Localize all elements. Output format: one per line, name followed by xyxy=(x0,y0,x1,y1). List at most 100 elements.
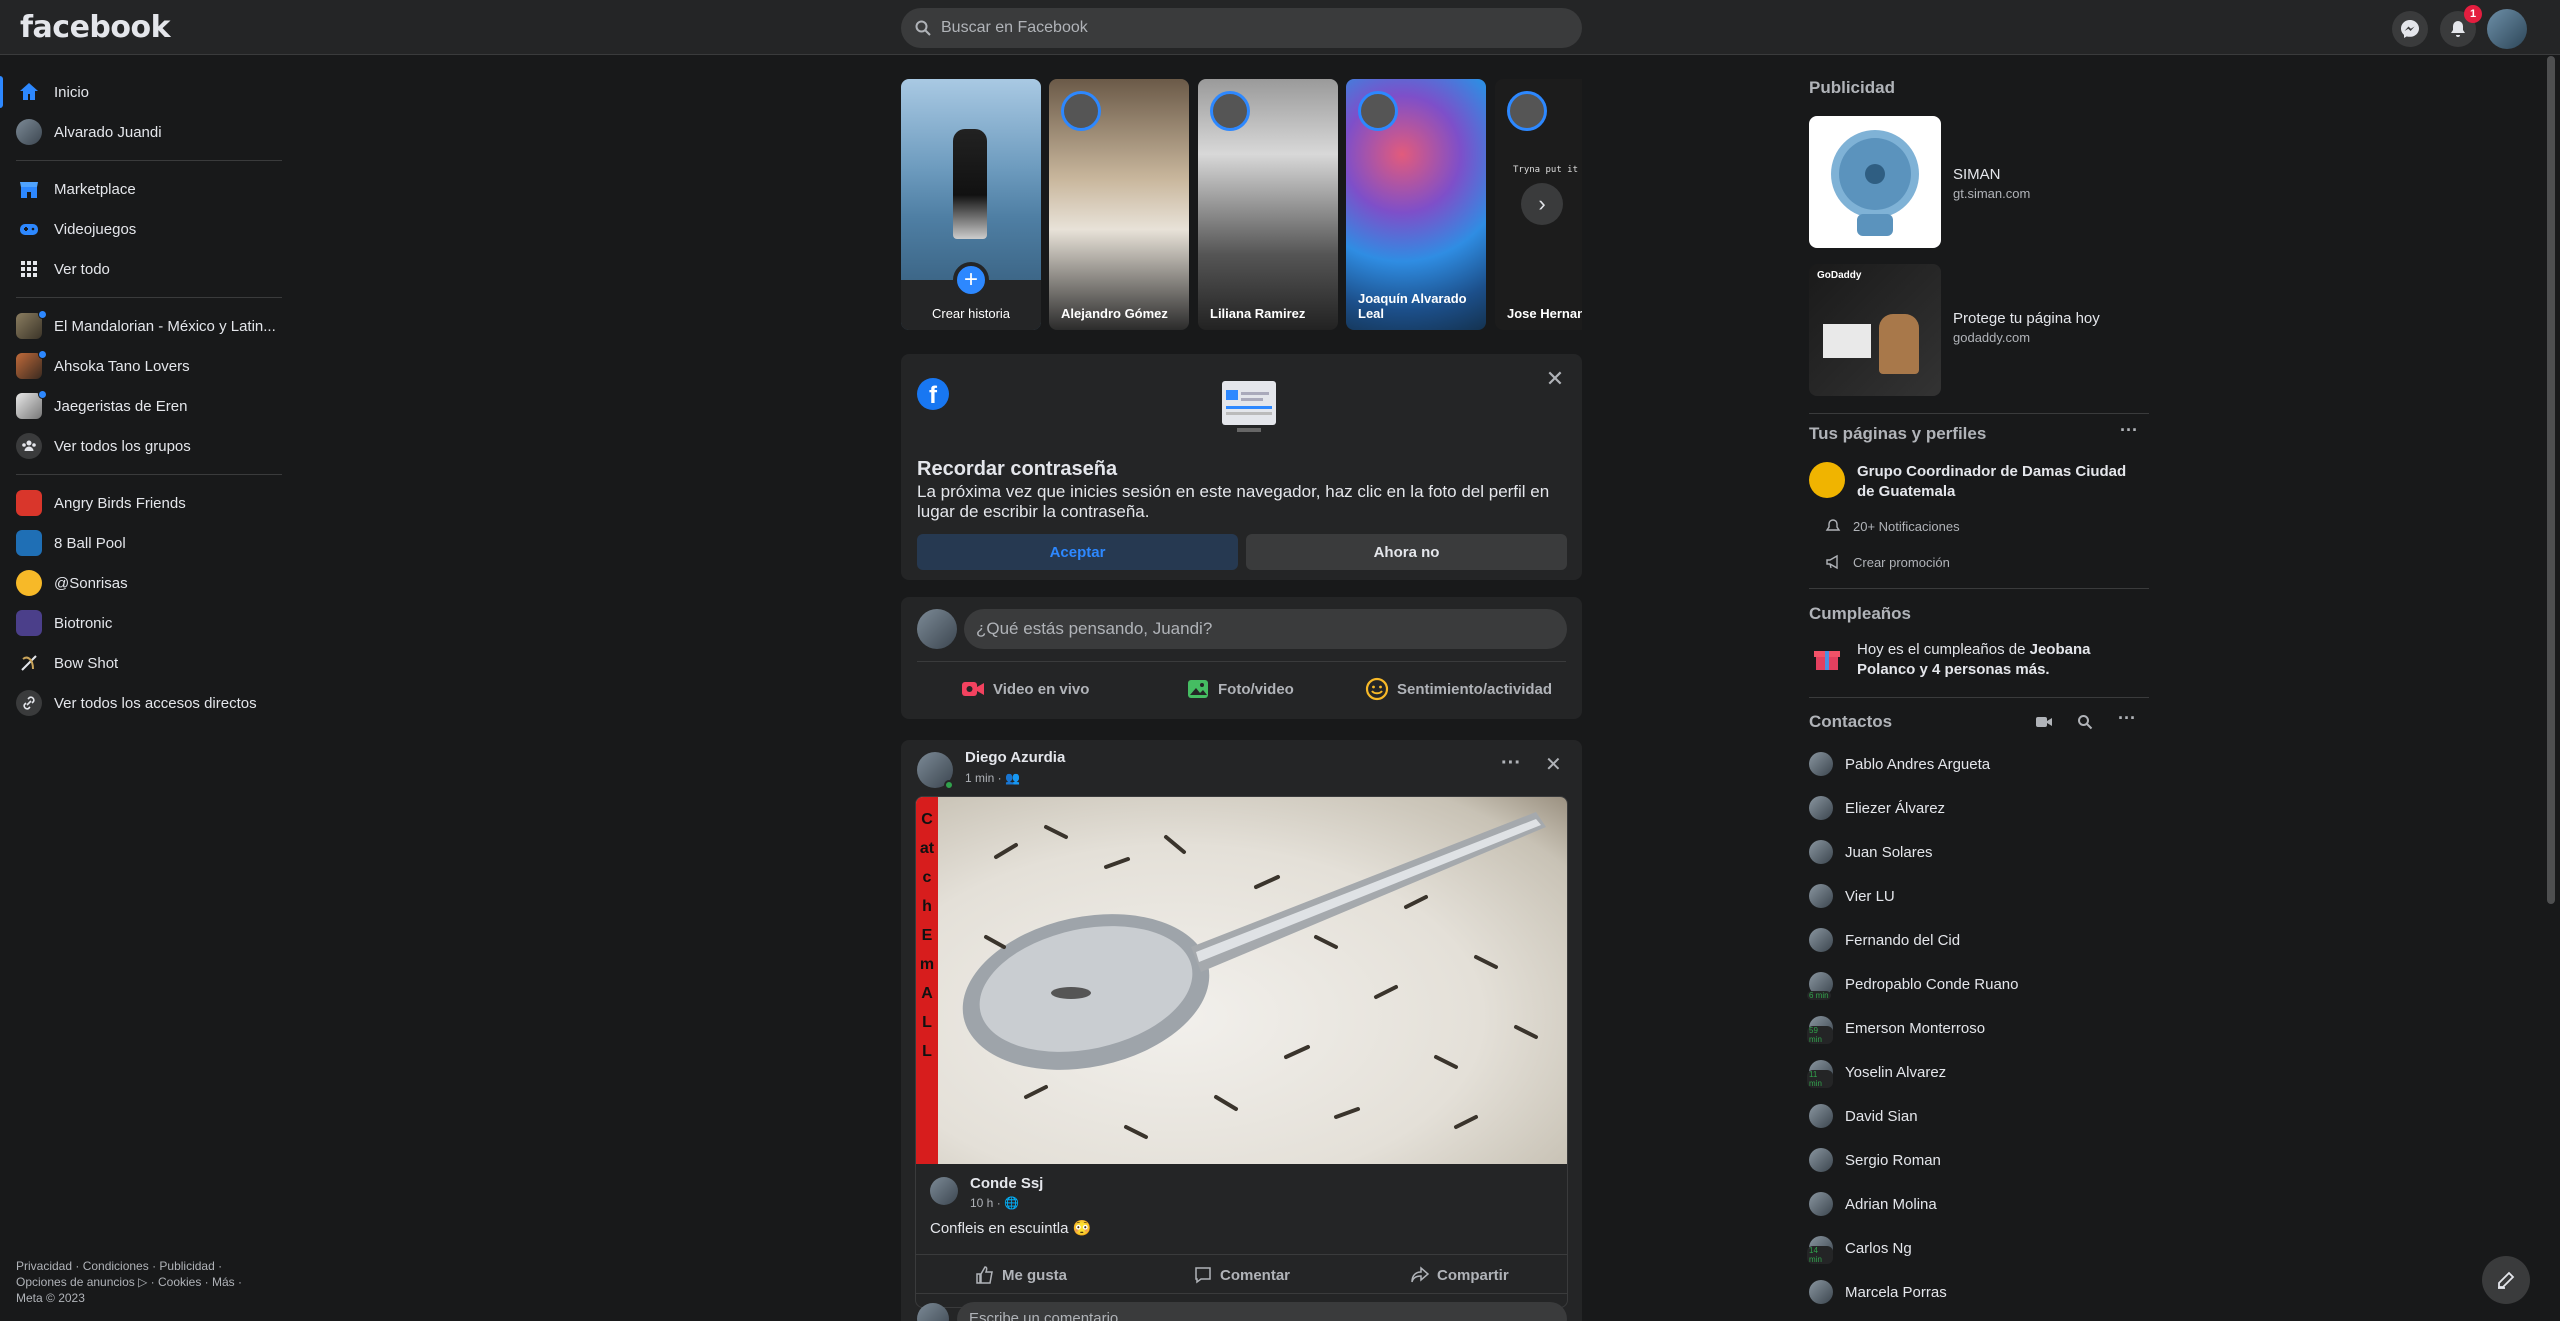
divider xyxy=(1809,588,2149,589)
sidebar-item-videojuegos[interactable]: Videojuegos xyxy=(0,209,290,249)
ad-siman[interactable]: SIMAN gt.siman.com xyxy=(1809,116,2149,248)
more-options-icon[interactable]: ··· xyxy=(2120,420,2138,441)
avatar xyxy=(1809,884,1833,908)
ad-godaddy[interactable]: GoDaddy Protege tu página hoy godaddy.co… xyxy=(1809,264,2149,396)
sidebar-shortcut-angry-birds[interactable]: Angry Birds Friends xyxy=(0,483,290,523)
contact-item[interactable]: 14 min Carlos Ng xyxy=(1807,1230,1912,1266)
contact-item[interactable]: Adrian Molina xyxy=(1809,1186,1937,1222)
contact-item[interactable]: 59 min Emerson Monterroso xyxy=(1807,1010,1985,1046)
avatar xyxy=(1809,1192,1833,1216)
sidebar-shortcut-sonrisas[interactable]: @Sonrisas xyxy=(0,563,290,603)
sidebar-item-ver-accesos[interactable]: Ver todos los accesos directos xyxy=(0,683,290,723)
accept-button[interactable]: Aceptar xyxy=(917,534,1238,570)
sidebar-group-jaegeristas[interactable]: Jaegeristas de Eren xyxy=(0,386,290,426)
spoon-illustration xyxy=(962,812,1546,1139)
shared-author[interactable]: Conde Ssj xyxy=(970,1175,1043,1192)
post-timestamp[interactable]: 1 min · 👥 xyxy=(965,771,1020,785)
like-button[interactable]: Me gusta xyxy=(976,1257,1067,1293)
avatar[interactable] xyxy=(917,609,957,649)
search-icon[interactable] xyxy=(2077,714,2093,734)
sidebar-shortcut-bow-shot[interactable]: Bow Shot xyxy=(0,643,290,683)
post-author[interactable]: Diego Azurdia xyxy=(965,749,1065,766)
page-avatar[interactable] xyxy=(1809,462,1845,498)
sidebar-shortcut-biotronic[interactable]: Biotronic xyxy=(0,603,290,643)
birthdays-heading: Cumpleaños xyxy=(1809,604,1912,623)
account-avatar[interactable] xyxy=(2487,9,2527,49)
contact-item[interactable]: Marcela Porras xyxy=(1809,1274,1947,1310)
contact-item[interactable]: 11 min Yoselin Alvarez xyxy=(1807,1054,1946,1090)
shared-timestamp[interactable]: 10 h · 🌐 xyxy=(970,1196,1019,1210)
contact-item[interactable]: Sergio Roman xyxy=(1809,1142,1941,1178)
smiley-icon xyxy=(1365,677,1389,701)
sidebar-shortcut-8-ball[interactable]: 8 Ball Pool xyxy=(0,523,290,563)
remember-password-card: f ✕ Recordar contraseña La próxima vez q… xyxy=(901,354,1582,580)
fan-illustration xyxy=(1831,130,1919,236)
sidebar-item-ver-grupos[interactable]: Ver todos los grupos xyxy=(0,426,290,466)
online-indicator xyxy=(944,780,954,790)
action-label: Video en vivo xyxy=(993,680,1090,698)
contact-item[interactable]: Juan Solares xyxy=(1809,834,1933,870)
last-active-badge: 59 min xyxy=(1807,1026,1833,1044)
comment-input[interactable]: Escribe un comentario... xyxy=(957,1302,1567,1321)
sidebar-item-marketplace[interactable]: Marketplace xyxy=(0,169,290,209)
contact-item[interactable]: Vier LU xyxy=(1809,878,1895,914)
ad-title: SIMAN xyxy=(1953,166,2001,183)
avatar[interactable] xyxy=(930,1177,958,1205)
sidebar-item-label: Inicio xyxy=(54,83,90,101)
search-input[interactable]: Buscar en Facebook xyxy=(901,8,1582,48)
scrollbar[interactable] xyxy=(2547,56,2555,904)
live-video-button[interactable]: Video en vivo xyxy=(961,669,1089,709)
contact-item[interactable]: 6 min Pedropablo Conde Ruano xyxy=(1807,966,2018,1002)
groups-icon xyxy=(16,433,42,459)
post-image[interactable]: Catch Em ALL xyxy=(916,797,1567,1164)
close-icon[interactable]: ✕ xyxy=(1544,368,1566,390)
decline-button[interactable]: Ahora no xyxy=(1246,534,1567,570)
sidebar-group-ahsoka[interactable]: Ahsoka Tano Lovers xyxy=(0,346,290,386)
contact-item[interactable]: Fernando del Cid xyxy=(1809,922,1960,958)
photo-video-button[interactable]: Foto/video xyxy=(1186,669,1294,709)
sidebar-item-label: 8 Ball Pool xyxy=(54,534,126,552)
composer-input[interactable]: ¿Qué estás pensando, Juandi? xyxy=(964,609,1567,649)
story-card[interactable]: Liliana Ramirez xyxy=(1198,79,1338,330)
facebook-logo[interactable]: facebook xyxy=(20,10,171,45)
more-options-icon[interactable]: ··· xyxy=(2118,708,2136,729)
avatar: 6 min xyxy=(1807,972,1833,1000)
store-icon xyxy=(16,176,42,202)
last-active-badge: 6 min xyxy=(1807,991,1831,1000)
shared-text-content: Confleis en escuintla xyxy=(930,1220,1069,1237)
comment-button[interactable]: Comentar xyxy=(1194,1257,1290,1293)
create-story-card[interactable]: + Crear historia xyxy=(901,79,1041,330)
new-message-button[interactable] xyxy=(2482,1256,2530,1304)
sidebar-item-label: Bow Shot xyxy=(54,654,119,672)
avatar xyxy=(1809,840,1833,864)
contact-name: Juan Solares xyxy=(1845,843,1933,861)
new-room-icon[interactable] xyxy=(2035,714,2053,734)
sidebar-item-inicio[interactable]: Inicio xyxy=(0,72,290,112)
plus-icon[interactable]: + xyxy=(953,262,989,298)
close-icon[interactable]: ✕ xyxy=(1545,752,1562,777)
footer-line[interactable]: Opciones de anuncios ▷ · Cookies · Más · xyxy=(16,1274,276,1290)
notifications-button[interactable]: 1 xyxy=(2440,5,2482,47)
feeling-activity-button[interactable]: Sentimiento/actividad xyxy=(1365,669,1552,709)
contacts-heading: Contactos xyxy=(1809,712,1893,731)
birthday-text[interactable]: Hoy es el cumpleaños de Jeobana Polanco … xyxy=(1857,640,2147,680)
contact-item[interactable]: David Sian xyxy=(1809,1098,1918,1134)
shared-post[interactable]: Catch Em ALL Conde Ssj 10 h · 🌐 Confleis… xyxy=(915,796,1568,1308)
contact-item[interactable]: Pablo Andres Argueta xyxy=(1809,746,1990,782)
home-icon xyxy=(16,79,42,105)
sidebar-group-mandalorian[interactable]: El Mandalorian - México y Latin... xyxy=(0,306,290,346)
page-name[interactable]: Grupo Coordinador de Damas Ciudad de Gua… xyxy=(1857,462,2147,502)
sidebar-item-profile[interactable]: Alvarado Juandi xyxy=(0,112,290,152)
more-options-icon[interactable]: ··· xyxy=(1501,752,1521,775)
messenger-button[interactable] xyxy=(2392,11,2428,47)
contact-item[interactable]: Eliezer Álvarez xyxy=(1809,790,1945,826)
story-author: Joaquín Alvarado Leal xyxy=(1358,291,1467,321)
footer-line[interactable]: Privacidad · Condiciones · Publicidad · xyxy=(16,1258,276,1274)
sidebar-item-ver-todo[interactable]: Ver todo xyxy=(0,249,290,289)
stories-next-button[interactable]: › xyxy=(1521,183,1563,225)
share-button[interactable]: Compartir xyxy=(1411,1257,1509,1293)
page-notifications[interactable]: 20+ Notificaciones xyxy=(1825,518,1960,534)
story-card[interactable]: Joaquín Alvarado Leal xyxy=(1346,79,1486,330)
story-card[interactable]: Alejandro Gómez xyxy=(1049,79,1189,330)
create-promotion[interactable]: Crear promoción xyxy=(1825,554,1950,570)
